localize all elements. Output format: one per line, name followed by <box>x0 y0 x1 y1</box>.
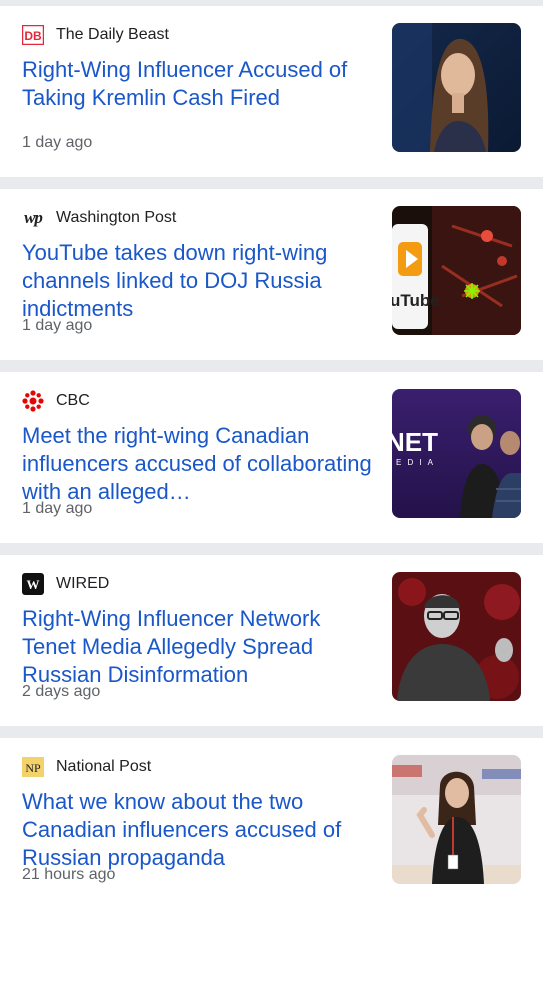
source-name: Washington Post <box>56 209 177 226</box>
cbc-gem-logo-icon <box>22 390 44 412</box>
article-thumbnail[interactable]: NET E D I A <box>392 389 521 518</box>
timestamp: 1 day ago <box>22 134 93 151</box>
source-name: CBC <box>56 392 90 409</box>
headline-link[interactable]: Right-Wing Influencer Network Tenet Medi… <box>22 605 372 689</box>
source-row: W WIRED <box>22 573 109 595</box>
news-card[interactable]: DB The Daily Beast Right-Wing Influencer… <box>0 6 543 189</box>
woman-portrait-image <box>392 23 521 152</box>
source-row: NP National Post <box>22 756 151 778</box>
svg-text:W: W <box>27 577 40 592</box>
article-thumbnail[interactable] <box>392 572 521 701</box>
svg-text:uTube: uTube <box>392 291 440 310</box>
washington-post-logo-icon: wp <box>24 208 43 227</box>
daily-beast-logo-icon: DB <box>22 25 44 45</box>
timestamp: 1 day ago <box>22 500 93 517</box>
news-card[interactable]: CBC Meet the right-wing Canadian influen… <box>0 372 543 555</box>
source-name: National Post <box>56 758 152 775</box>
man-speaking-image <box>392 572 521 701</box>
svg-text:DB: DB <box>24 29 42 43</box>
article-thumbnail[interactable]: uTube <box>392 206 521 335</box>
source-row: CBC <box>22 390 90 412</box>
woman-onstage-image <box>392 755 521 884</box>
timestamp: 21 hours ago <box>22 866 116 883</box>
headline-link[interactable]: Meet the right-wing Canadian influencers… <box>22 422 372 506</box>
source-name: WIRED <box>56 575 110 592</box>
news-card[interactable]: wp Washington Post YouTube takes down ri… <box>0 189 543 372</box>
headline-link[interactable]: Right-Wing Influencer Accused of Taking … <box>22 56 372 112</box>
headline-link[interactable]: What we know about the two Canadian infl… <box>22 788 372 872</box>
headline-link[interactable]: YouTube takes down right-wing channels l… <box>22 239 372 323</box>
source-name: The Daily Beast <box>56 26 169 43</box>
news-feed: DB The Daily Beast Right-Wing Influencer… <box>0 6 543 909</box>
svg-text:NET: NET <box>392 427 438 457</box>
timestamp: 2 days ago <box>22 683 101 700</box>
svg-text:NP: NP <box>25 761 41 775</box>
source-row: DB The Daily Beast <box>22 24 169 46</box>
tenet-media-group-image: NET E D I A <box>392 389 521 518</box>
article-thumbnail[interactable] <box>392 755 521 884</box>
article-thumbnail[interactable] <box>392 23 521 152</box>
news-card[interactable]: W WIRED Right-Wing Influencer Network Te… <box>0 555 543 738</box>
timestamp: 1 day ago <box>22 317 93 334</box>
national-post-logo-icon: NP <box>22 757 44 777</box>
youtube-logo-circuit-image: uTube <box>392 206 521 335</box>
news-card[interactable]: NP National Post What we know about the … <box>0 738 543 909</box>
wired-logo-icon: W <box>22 573 44 595</box>
source-row: wp Washington Post <box>22 207 176 229</box>
svg-text:E D I A: E D I A <box>396 458 435 467</box>
